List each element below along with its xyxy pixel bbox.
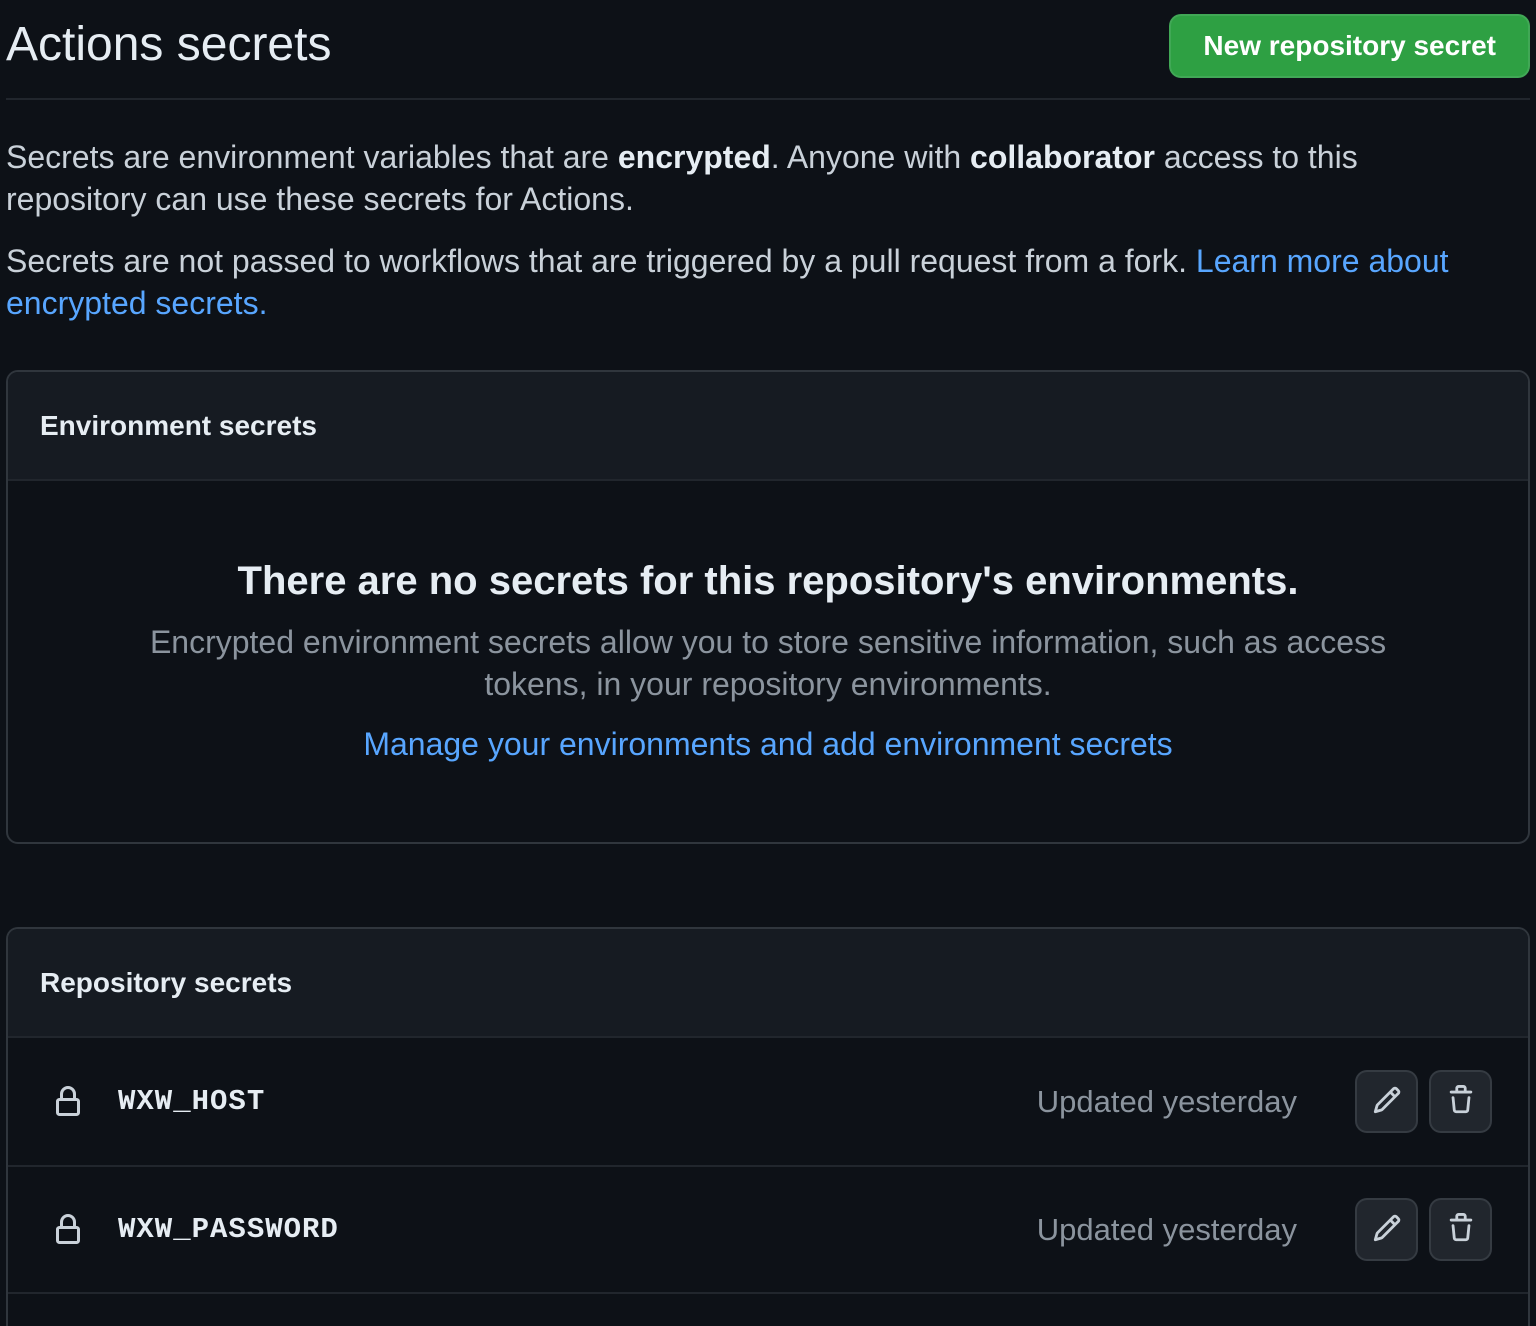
delete-secret-button[interactable]: [1429, 1198, 1492, 1261]
edit-secret-button[interactable]: [1355, 1198, 1418, 1261]
repository-secrets-header: Repository secrets: [8, 929, 1528, 1038]
lock-icon: [52, 1214, 84, 1246]
table-row: WXW_PASSWORD Updated yesterday: [8, 1165, 1528, 1292]
environment-secrets-box: Environment secrets There are no secrets…: [6, 370, 1530, 844]
row-actions: [1355, 1070, 1492, 1133]
intro-text-encrypted: encrypted: [618, 139, 771, 175]
intro-text: Secrets are not passed to workflows that…: [6, 243, 1196, 279]
intro-text: Secrets are environment variables that a…: [6, 139, 618, 175]
environment-secrets-empty-state: There are no secrets for this repository…: [8, 481, 1528, 842]
intro-text-collaborator: collaborator: [970, 139, 1155, 175]
pencil-icon: [1372, 1213, 1402, 1246]
intro-text: . Anyone with: [771, 139, 970, 175]
environment-secrets-header-label: Environment secrets: [40, 408, 1496, 443]
intro-paragraph-2: Secrets are not passed to workflows that…: [6, 240, 1486, 324]
secret-name: WXW_PASSWORD: [118, 1213, 339, 1246]
trash-icon: [1446, 1213, 1476, 1246]
repository-secrets-box: Repository secrets WXW_HOST Updated yest…: [6, 927, 1530, 1326]
secret-updated: Updated yesterday: [1037, 1212, 1297, 1248]
edit-secret-button[interactable]: [1355, 1070, 1418, 1133]
actions-secrets-page: Actions secrets New repository secret Se…: [0, 0, 1536, 1326]
empty-state-title: There are no secrets for this repository…: [88, 557, 1448, 605]
intro-paragraph-1: Secrets are environment variables that a…: [6, 136, 1486, 220]
manage-environments-link[interactable]: Manage your environments and add environ…: [363, 726, 1172, 762]
new-repository-secret-button[interactable]: New repository secret: [1169, 14, 1530, 78]
secret-updated: Updated yesterday: [1037, 1084, 1297, 1120]
table-row: WXW_HOST Updated yesterday: [8, 1038, 1528, 1165]
delete-secret-button[interactable]: [1429, 1070, 1492, 1133]
empty-state-description: Encrypted environment secrets allow you …: [98, 621, 1438, 705]
environment-secrets-header: Environment secrets: [8, 372, 1528, 481]
row-actions: [1355, 1198, 1492, 1261]
lock-icon: [52, 1086, 84, 1118]
trash-icon: [1446, 1085, 1476, 1118]
page-title: Actions secrets: [6, 14, 331, 76]
table-row-partial: [8, 1292, 1528, 1326]
repository-secrets-header-label: Repository secrets: [40, 965, 1496, 1000]
page-header: Actions secrets New repository secret: [6, 0, 1530, 100]
secret-name: WXW_HOST: [118, 1085, 265, 1118]
pencil-icon: [1372, 1085, 1402, 1118]
